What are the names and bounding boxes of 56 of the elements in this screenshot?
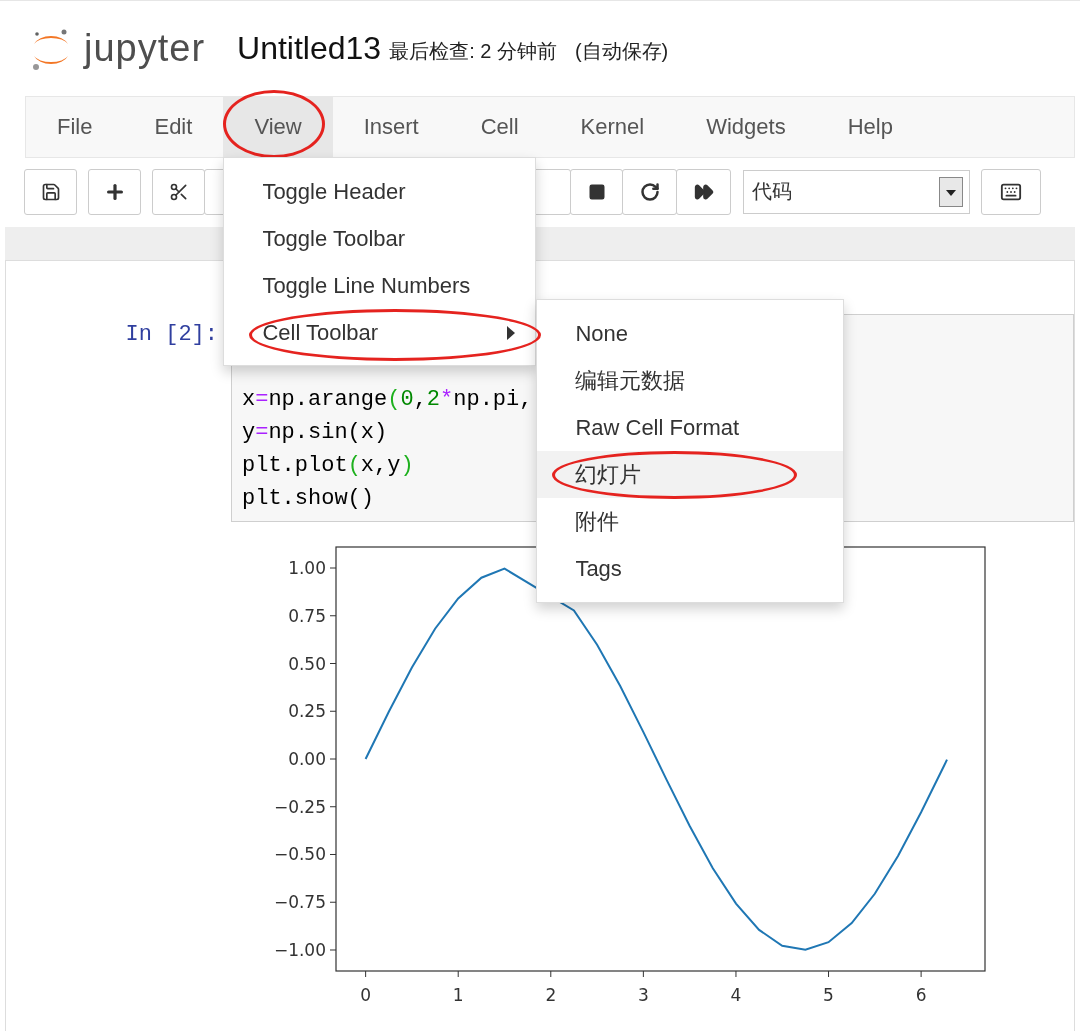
menu-button[interactable]: Cell [449,97,550,157]
keyboard-button[interactable] [981,168,1041,215]
menu-button[interactable]: Kernel [549,97,676,157]
menu-button[interactable]: Insert [332,97,450,157]
x-tick-label: 6 [915,985,927,1005]
restart-icon [639,181,660,202]
fast-forward-icon [693,181,714,202]
stop-button[interactable] [570,168,623,215]
save-icon [40,181,61,202]
menu-button[interactable]: Help [816,97,924,157]
submenu-item[interactable]: 附件 [537,498,844,545]
cell-type-select[interactable]: 代码 [743,169,970,214]
x-tick-label: 2 [545,985,557,1005]
code-line: plt.show() [242,485,375,513]
code-line: plt.plot(x,y) [242,452,414,480]
x-tick-label: 5 [823,985,834,1005]
y-tick-label: −0.50 [273,844,326,865]
x-tick-label: 3 [637,985,649,1005]
code-line: x=np.arange(0,2*np.pi, [242,386,533,414]
y-tick-label: 0.00 [288,749,326,769]
add-cell-button[interactable] [88,168,141,215]
menu-item[interactable]: Cell Toolbar [262,319,379,346]
y-tick-label: −0.75 [273,892,326,913]
x-tick-label: 0 [360,985,372,1005]
x-tick-label: 4 [730,985,742,1005]
dropdown-caret-icon [939,176,963,207]
submenu-item[interactable]: Raw Cell Format [537,404,844,451]
y-tick-label: −0.25 [273,796,326,817]
y-tick-label: −1.00 [273,940,326,960]
submenu-item[interactable]: 编辑元数据 [537,357,844,404]
submenu-item[interactable]: None [537,310,844,357]
menu-button[interactable]: Edit [123,97,224,157]
autosave-status: (自动保存) [574,39,669,64]
submenu-item[interactable]: Tags [537,545,844,592]
y-tick-label: 0.75 [288,605,326,626]
menu-item[interactable]: Toggle Toolbar [262,225,406,252]
code-line: y=np.sin(x) [242,419,388,447]
x-tick-label: 1 [452,985,464,1005]
menu-item[interactable]: Toggle Header [262,178,406,205]
run-all-button[interactable] [676,168,731,215]
save-button[interactable] [24,168,77,215]
submenu-item[interactable]: 幻灯片 [537,451,844,498]
menu-button[interactable]: Widgets [675,97,817,157]
restart-button[interactable] [622,168,677,215]
menu-item[interactable]: Toggle Line Numbers [262,272,471,299]
y-tick-label: 0.50 [288,653,326,674]
cut-button[interactable] [152,168,205,215]
y-tick-label: 0.25 [288,701,326,722]
menu-button[interactable]: File [26,97,124,157]
checkpoint-text: 最后检查: 2 分钟前 [389,39,557,64]
y-tick-label: 1.00 [288,558,326,578]
brand-name: jupyter [84,27,206,70]
notebook-title[interactable]: Untitled13 [237,30,382,67]
input-prompt: In [2]: [124,321,219,349]
stop-icon [587,182,606,201]
scissors-icon [168,181,189,202]
